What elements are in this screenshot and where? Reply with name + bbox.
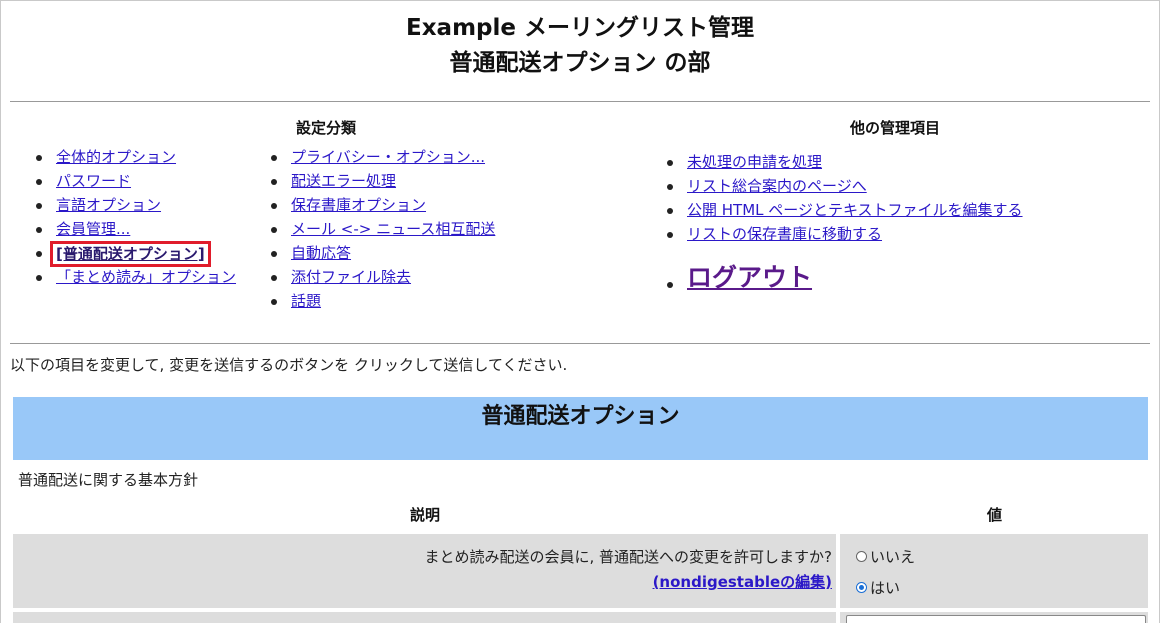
nav-item-password: パスワード	[32, 169, 236, 193]
nav-item-topics: 話題	[267, 289, 495, 313]
categories-left-list: 全体的オプション パスワード 言語オプション 会員管理... [普通配送オプショ…	[32, 145, 236, 289]
admin-item-logout: ログアウト	[663, 260, 1023, 296]
top-divider	[10, 101, 1150, 102]
admin-item-archives: リストの保存書庫に移動する	[663, 222, 1023, 246]
middle-divider	[10, 343, 1150, 344]
admin-link-archives[interactable]: リストの保存書庫に移動する	[687, 225, 882, 243]
other-admin-list: 未処理の申請を処理 リスト総合案内のページへ 公開 HTML ページとテキストフ…	[663, 150, 1023, 296]
nav-item-general: 全体的オプション	[32, 145, 236, 169]
nav-item-privacy: プライバシー・オプション...	[267, 145, 495, 169]
nav-item-members: 会員管理...	[32, 217, 236, 241]
nav-item-contentfilter: 添付ファイル除去	[267, 265, 495, 289]
other-admin-heading: 他の管理項目	[850, 119, 941, 137]
nav-link-general[interactable]: 全体的オプション	[56, 148, 176, 166]
nav-item-archive: 保存書庫オプション	[267, 193, 495, 217]
nav-item-gateway: メール <-> ニュース相互配送	[267, 217, 495, 241]
page-title: Example メーリングリスト管理 普通配送オプション の部	[1, 11, 1159, 81]
admin-link-edit-html[interactable]: 公開 HTML ページとテキストファイルを編集する	[687, 201, 1023, 219]
admin-item-listinfo: リスト総合案内のページへ	[663, 174, 1023, 198]
column-header-description: 説明	[410, 506, 441, 524]
categories-heading: 設定分類	[296, 119, 357, 137]
nav-link-contentfilter[interactable]: 添付ファイル除去	[291, 268, 411, 286]
setting-row-description: まとめ読み配送の会員に, 普通配送への変更を許可しますか? (nondigest…	[13, 534, 836, 608]
admin-link-listinfo[interactable]: リスト総合案内のページへ	[687, 177, 867, 195]
nav-item-nondigest: [普通配送オプション]	[32, 241, 236, 267]
radio-option-no[interactable]: いいえ	[856, 546, 915, 567]
nav-link-privacy[interactable]: プライバシー・オプション...	[291, 148, 485, 166]
admin-item-pending: 未処理の申請を処理	[663, 150, 1023, 174]
section-header: 普通配送オプション	[13, 397, 1148, 460]
instruction-text: 以下の項目を変更して, 変更を送信するのボタンを クリックして送信してください.	[10, 356, 568, 374]
radio-yes-label: はい	[870, 579, 901, 597]
nav-link-password[interactable]: パスワード	[56, 172, 131, 190]
nav-link-autoreply[interactable]: 自動応答	[291, 244, 351, 262]
page-title-line2: 普通配送オプション の部	[449, 50, 711, 76]
setting-row-value: いいえ はい	[840, 534, 1148, 608]
nav-current-nondigest[interactable]: [普通配送オプション]	[50, 241, 211, 267]
setting-row-2-description	[13, 612, 836, 623]
section-title: 普通配送オプション	[481, 404, 680, 429]
admin-page: Example メーリングリスト管理 普通配送オプション の部 設定分類 全体的…	[0, 0, 1160, 623]
nav-link-archive[interactable]: 保存書庫オプション	[291, 196, 426, 214]
radio-no-button[interactable]	[856, 551, 867, 562]
nav-link-bounce[interactable]: 配送エラー処理	[291, 172, 396, 190]
categories-right-list: プライバシー・オプション... 配送エラー処理 保存書庫オプション メール <-…	[267, 145, 495, 313]
nav-item-autoreply: 自動応答	[267, 241, 495, 265]
nav-link-digest[interactable]: 「まとめ読み」オプション	[56, 268, 236, 286]
nav-link-topics[interactable]: 話題	[291, 292, 321, 310]
admin-link-pending[interactable]: 未処理の申請を処理	[687, 153, 822, 171]
nav-item-language: 言語オプション	[32, 193, 236, 217]
logout-link[interactable]: ログアウト	[687, 263, 812, 292]
radio-option-yes[interactable]: はい	[856, 577, 900, 598]
page-title-line1: Example メーリングリスト管理	[406, 15, 754, 41]
setting-question: まとめ読み配送の会員に, 普通配送への変更を許可しますか?	[424, 548, 832, 566]
nav-item-digest: 「まとめ読み」オプション	[32, 265, 236, 289]
nav-item-bounce: 配送エラー処理	[267, 169, 495, 193]
setting-row-2-input[interactable]	[846, 615, 1146, 623]
admin-item-edit-html: 公開 HTML ページとテキストファイルを編集する	[663, 198, 1023, 222]
section-subtitle: 普通配送に関する基本方針	[18, 471, 199, 489]
nav-link-members[interactable]: 会員管理...	[56, 220, 130, 238]
nav-link-gateway[interactable]: メール <-> ニュース相互配送	[291, 220, 495, 238]
column-header-value: 値	[987, 506, 1003, 524]
nav-link-language[interactable]: 言語オプション	[56, 196, 161, 214]
radio-no-label: いいえ	[870, 548, 916, 566]
radio-yes-button[interactable]	[856, 582, 867, 593]
edit-nondigestable-link[interactable]: (nondigestableの編集)	[653, 571, 832, 592]
